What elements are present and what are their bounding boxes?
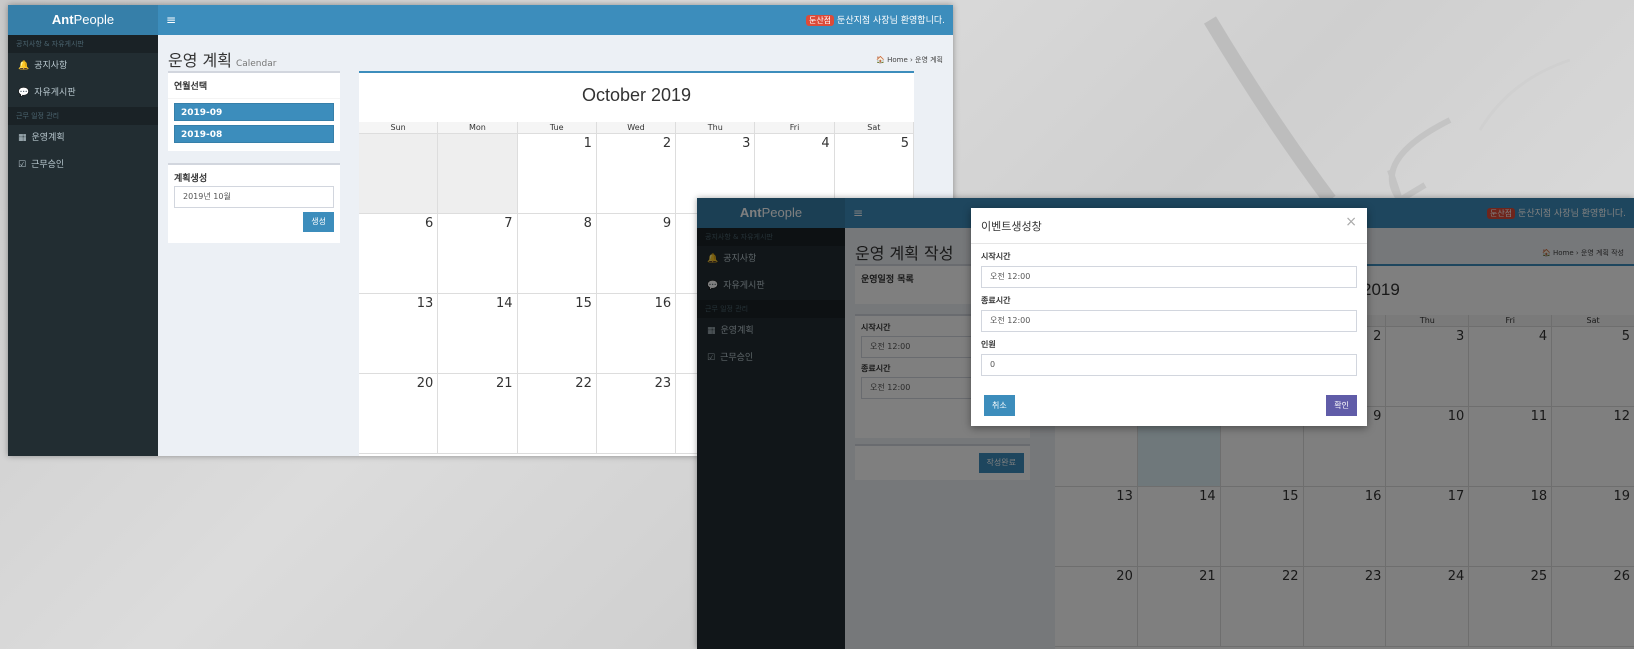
calendar-day-cell[interactable]: 7 — [438, 214, 518, 294]
modal-title: 이벤트생성창 — [981, 220, 1042, 233]
weekday-wed: Wed — [597, 122, 677, 133]
sidebar-item-board[interactable]: 💬자유게시판 — [8, 80, 158, 107]
weekday-mon: Mon — [438, 122, 518, 133]
calendar-day-cell[interactable]: 8 — [517, 214, 597, 294]
weekday-tue: Tue — [518, 122, 597, 133]
bell-icon: 🔔 — [18, 61, 30, 71]
sidebar-item-plan[interactable]: ▦운영계획 — [8, 125, 158, 152]
cancel-button[interactable]: 취소 — [984, 395, 1015, 416]
calendar-day-cell[interactable]: 16 — [596, 294, 677, 374]
modal-header: 이벤트생성창 × — [971, 208, 1367, 244]
breadcrumb-home[interactable]: Home — [887, 56, 908, 64]
calendar-day-cell[interactable]: 21 — [438, 374, 518, 454]
page-subtitle: Calendar — [235, 59, 277, 69]
calendar-day-cell[interactable] — [359, 134, 439, 214]
weekday-sat: Sat — [835, 122, 914, 133]
plan-create-title: 계획생성 — [174, 174, 208, 184]
close-icon[interactable]: × — [1345, 214, 1357, 230]
plan-month-input[interactable]: 2019년 10월 — [174, 186, 334, 208]
menu-toggle-icon[interactable]: ≡ — [166, 13, 176, 27]
sidebar-item-approval[interactable]: ☑근무승인 — [8, 152, 158, 179]
calendar-check-icon: ☑ — [18, 160, 27, 170]
modal-people-input[interactable]: 0 — [981, 354, 1357, 376]
calendar-day-cell[interactable]: 22 — [517, 374, 597, 454]
sidebar-section-schedule: 근무 일정 관리 — [8, 107, 158, 125]
month-select-box: 연월선택 2019-09 2019-08 — [168, 71, 340, 151]
brand-logo[interactable]: AntPeople — [8, 5, 158, 35]
create-button[interactable]: 생성 — [303, 212, 334, 232]
page-title: 운영 계획 Calendar — [168, 51, 277, 70]
modal-people-label: 인원 — [981, 340, 996, 349]
weekday-fri: Fri — [755, 122, 835, 133]
calendar-day-cell[interactable]: 1 — [517, 134, 597, 214]
calendar-day-cell[interactable]: 13 — [359, 294, 439, 374]
calendar-day-cell[interactable]: 23 — [596, 374, 677, 454]
welcome-text: 둔산점둔산지점 사장님 환영합니다. — [805, 13, 945, 26]
month-button-2019-08[interactable]: 2019-08 — [174, 125, 334, 143]
breadcrumb: 🏠 Home › 운영 계획 — [876, 56, 943, 64]
weekday-sun: Sun — [359, 122, 439, 133]
store-badge: 둔산점 — [805, 15, 835, 26]
confirm-button[interactable]: 확인 — [1326, 395, 1357, 416]
calendar-day-cell[interactable]: 20 — [359, 374, 439, 454]
calendar-icon: ▦ — [18, 133, 27, 143]
plan-create-box: 계획생성 2019년 10월 생성 — [168, 163, 340, 243]
calendar-weekday-header: Sun Mon Tue Wed Thu Fri Sat — [359, 122, 914, 134]
window-plan-create: AntPeople ≡ 둔산점둔산지점 사장님 환영합니다. 공지사항 & 자유… — [697, 198, 1634, 649]
comments-icon: 💬 — [18, 88, 30, 98]
sidebar-item-notice[interactable]: 🔔공지사항 — [8, 53, 158, 80]
sidebar-section-board: 공지사항 & 자유게시판 — [8, 35, 158, 53]
calendar-day-cell[interactable]: 6 — [359, 214, 439, 294]
weekday-thu: Thu — [676, 122, 756, 133]
top-navbar: AntPeople ≡ 둔산점둔산지점 사장님 환영합니다. — [8, 5, 953, 35]
event-modal: 이벤트생성창 × 시작시간 오전 12:00 종료시간 오전 12:00 인원 0… — [971, 208, 1367, 426]
month-select-title: 연월선택 — [168, 73, 340, 99]
calendar-day-cell[interactable] — [438, 134, 518, 214]
calendar-day-cell[interactable]: 14 — [438, 294, 518, 374]
sidebar: 공지사항 & 자유게시판 🔔공지사항 💬자유게시판 근무 일정 관리 ▦운영계획… — [8, 35, 158, 456]
calendar-day-cell[interactable]: 2 — [596, 134, 677, 214]
modal-end-input[interactable]: 오전 12:00 — [981, 310, 1357, 332]
month-button-2019-09[interactable]: 2019-09 — [174, 103, 334, 121]
calendar-day-cell[interactable]: 9 — [596, 214, 677, 294]
calendar-day-cell[interactable]: 15 — [517, 294, 597, 374]
modal-end-label: 종료시간 — [981, 296, 1011, 305]
modal-start-input[interactable]: 오전 12:00 — [981, 266, 1357, 288]
calendar-title: October 2019 — [581, 85, 692, 105]
modal-start-label: 시작시간 — [981, 252, 1011, 261]
